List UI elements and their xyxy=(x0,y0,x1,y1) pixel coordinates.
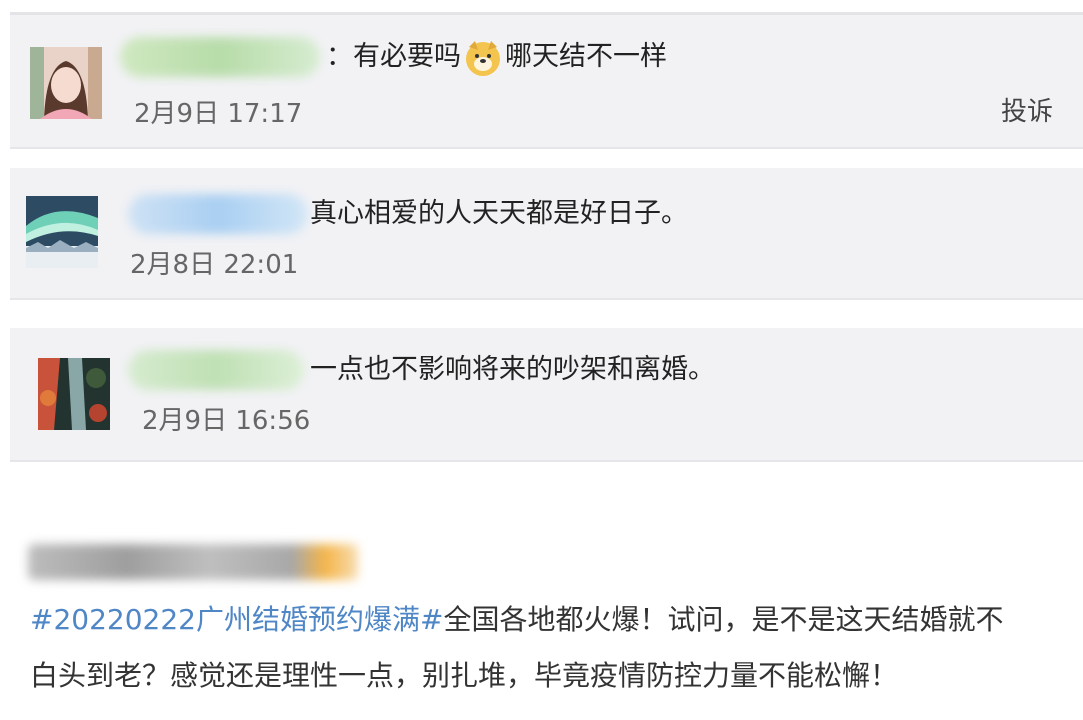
comment-text: 真心相爱的人天天都是好日子。 xyxy=(310,198,688,229)
comment-time: 2月9日 17:17 xyxy=(134,99,303,129)
avatar-photo xyxy=(30,47,102,119)
avatar[interactable] xyxy=(38,358,110,430)
avatar-photo xyxy=(26,196,98,268)
post-line-1: #20220222广州结婚预约爆满#全国各地都火爆！试问，是不是这天结婚就不 xyxy=(30,592,1083,648)
comment-time: 2月8日 22:01 xyxy=(130,250,299,280)
post-body: #20220222广州结婚预约爆满#全国各地都火爆！试问，是不是这天结婚就不 白… xyxy=(30,592,1083,704)
blurred-post-author[interactable] xyxy=(28,544,358,580)
post-line-2: 白头到老？感觉还是理性一点，别扎堆，毕竟疫情防控力量不能松懈！ xyxy=(30,659,899,692)
comment-text: ：有必要吗 哪天结不一样 xyxy=(326,37,667,78)
avatar-photo xyxy=(38,358,110,430)
post-text: 全国各地都火爆！试问，是不是这天结婚就不 xyxy=(443,603,1004,636)
comment-card: ：有必要吗 哪天结不一样 2月9日 17:17 投诉 xyxy=(10,12,1083,149)
blurred-username[interactable] xyxy=(120,37,320,77)
blurred-username[interactable] xyxy=(128,194,308,234)
report-button[interactable]: 投诉 xyxy=(1001,91,1053,128)
comment-card: 真心相爱的人天天都是好日子。 2月8日 22:01 xyxy=(10,168,1083,300)
avatar[interactable] xyxy=(26,196,98,268)
comment-text: 一点也不影响将来的吵架和离婚。 xyxy=(310,354,715,385)
blurred-username[interactable] xyxy=(128,350,304,390)
comment-time: 2月9日 16:56 xyxy=(142,406,311,436)
doge-emoji-icon xyxy=(463,38,503,78)
hashtag-link[interactable]: #20220222广州结婚预约爆满# xyxy=(30,603,443,636)
comment-card: 一点也不影响将来的吵架和离婚。 2月9日 16:56 xyxy=(10,328,1083,462)
avatar[interactable] xyxy=(30,47,102,119)
